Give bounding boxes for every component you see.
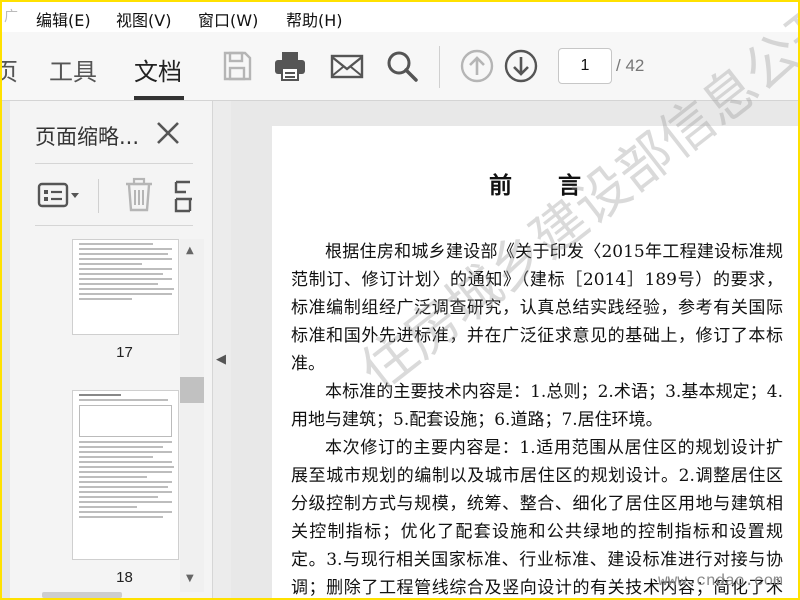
search-icon[interactable] — [384, 48, 420, 84]
toolbar-separator — [439, 46, 440, 88]
tab-tools[interactable]: 工具 — [49, 52, 97, 87]
thumbnail-scrollbar[interactable]: ▲ ▼ — [180, 239, 204, 592]
scroll-up-arrow[interactable]: ▲ — [186, 245, 194, 256]
menu-view[interactable]: 视图(V) — [116, 7, 171, 31]
thumbnail-page-number: 17 — [116, 344, 133, 361]
tab-home[interactable]: 页 — [2, 52, 18, 87]
scrollbar-thumb[interactable] — [180, 377, 204, 403]
delete-icon[interactable] — [123, 177, 155, 213]
options-icon[interactable] — [37, 181, 83, 211]
thumbnail-page-number: 18 — [116, 569, 133, 586]
document-page: 前言 根据住房和城乡建设部《关于印发〈2015年工程建设标准规范制订、修订计划〉… — [272, 126, 798, 598]
toolbar: 页 工具 文档 — [2, 32, 798, 101]
page-total-label: / 42 — [616, 56, 645, 75]
menu-edit[interactable]: 编辑(E) — [36, 7, 91, 31]
save-icon[interactable] — [219, 48, 255, 84]
menu-watermark-fragment: 广 — [4, 9, 18, 25]
paragraph: 本标准的主要技术内容是：1.总则；2.术语；3.基本规定；4.用地与建筑；5.配… — [291, 382, 783, 430]
paragraph: 根据住房和城乡建设部《关于印发〈2015年工程建设标准规范制订、修订计划〉的通知… — [291, 242, 783, 374]
panel-divider[interactable] — [213, 101, 231, 598]
scroll-down-arrow[interactable]: ▼ — [186, 573, 194, 584]
page-down-icon[interactable] — [503, 48, 539, 84]
page-thumbnail-18[interactable] — [72, 390, 179, 560]
panel-separator-2 — [35, 225, 193, 226]
app-window: 广 编辑(E) 视图(V) 窗口(W) 帮助(H) 页 工具 文档 — [0, 0, 800, 600]
horizontal-scrollbar[interactable] — [42, 592, 122, 598]
menu-window[interactable]: 窗口(W) — [198, 7, 258, 31]
extract-icon[interactable] — [174, 179, 194, 213]
print-icon[interactable] — [272, 48, 308, 84]
panel-title: 页面缩略... — [35, 125, 140, 149]
panel-separator — [35, 163, 193, 164]
collapse-panel-icon[interactable]: ◀ — [216, 352, 226, 367]
tab-document[interactable]: 文档 — [134, 52, 182, 87]
menu-bar: 广 编辑(E) 视图(V) 窗口(W) 帮助(H) — [2, 2, 798, 32]
menu-help[interactable]: 帮助(H) — [286, 7, 343, 31]
panel-tool-separator — [98, 179, 99, 213]
close-icon[interactable] — [154, 119, 182, 147]
site-watermark: www.cndao.com — [658, 572, 783, 590]
page-thumbnail-17[interactable] — [72, 239, 179, 335]
panel-edge — [2, 101, 10, 598]
email-icon[interactable] — [329, 48, 365, 84]
document-title: 前言 — [489, 172, 627, 199]
active-tab-indicator — [134, 96, 184, 100]
page-number-input[interactable]: 1 — [558, 48, 612, 84]
document-body: 根据住房和城乡建设部《关于印发〈2015年工程建设标准规范制订、修订计划〉的通知… — [291, 238, 783, 598]
page-up-icon[interactable] — [459, 48, 495, 84]
